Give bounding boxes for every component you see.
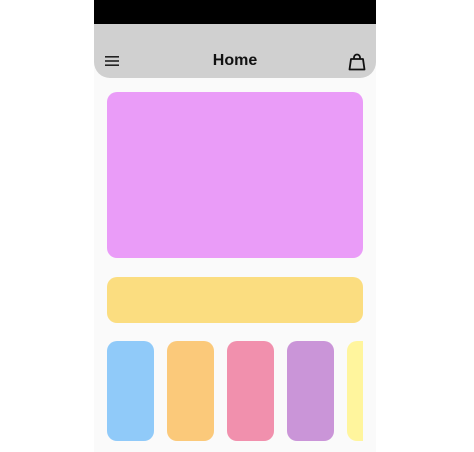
category-tile[interactable] bbox=[347, 341, 363, 441]
category-tile[interactable] bbox=[167, 341, 214, 441]
phone-screen: Home bbox=[94, 0, 376, 452]
shopping-bag-icon[interactable] bbox=[348, 53, 366, 71]
page-title: Home bbox=[212, 52, 258, 69]
category-tile[interactable] bbox=[227, 341, 274, 441]
status-bar bbox=[94, 0, 376, 24]
hero-card[interactable] bbox=[107, 92, 363, 258]
app-bar: Home bbox=[94, 24, 376, 78]
category-tile-row bbox=[107, 341, 363, 441]
banner-card[interactable] bbox=[107, 277, 363, 323]
category-tile[interactable] bbox=[287, 341, 334, 441]
category-tile[interactable] bbox=[107, 341, 154, 441]
